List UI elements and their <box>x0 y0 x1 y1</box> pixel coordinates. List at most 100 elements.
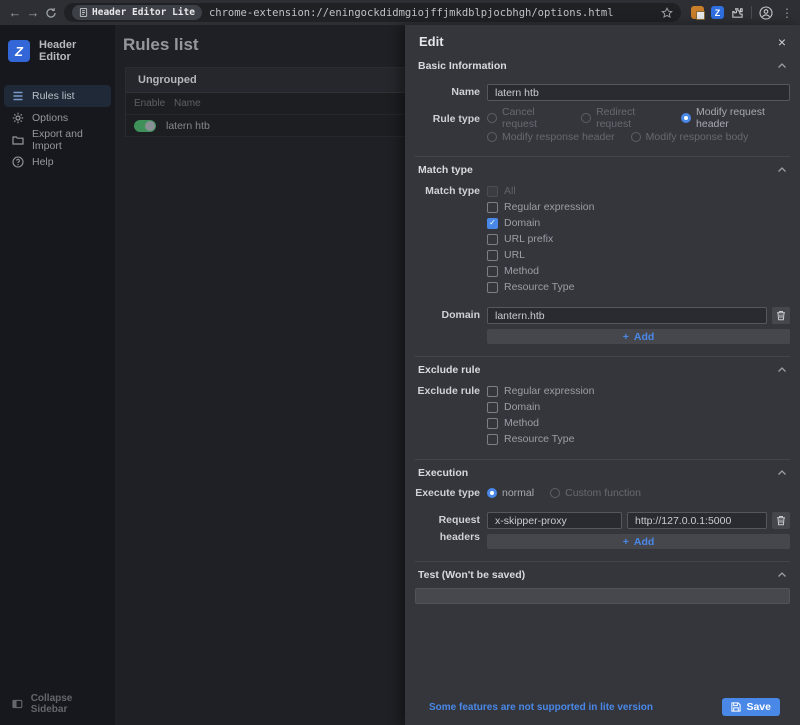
chevron-up-icon[interactable] <box>777 571 787 579</box>
radio-icon <box>681 113 691 123</box>
chevron-up-icon[interactable] <box>777 469 787 477</box>
section-match-type: Match type Match type All Reg <box>415 156 790 356</box>
extensions-puzzle-icon[interactable] <box>731 6 744 19</box>
execute-type-custom-function[interactable]: Custom function <box>550 487 641 499</box>
section-exclude-header[interactable]: Exclude rule <box>415 357 790 383</box>
rule-type-redirect-request[interactable]: Redirect request <box>581 106 665 130</box>
sidebar-item-export-import[interactable]: Export and Import <box>4 129 111 151</box>
exclude-rule-row: Exclude rule Regular expression Domain <box>415 383 790 447</box>
delete-domain-button[interactable] <box>772 307 790 324</box>
request-headers-label: Request headers <box>415 512 480 546</box>
match-option-regular-expression[interactable]: Regular expression <box>487 199 790 215</box>
chevron-up-icon[interactable] <box>777 366 787 374</box>
match-option-resource-type[interactable]: Resource Type <box>487 279 790 295</box>
cookie-extension-icon[interactable] <box>691 6 704 19</box>
exclude-option-method[interactable]: Method <box>487 415 790 431</box>
section-test-header[interactable]: Test (Won't be saved) <box>415 562 790 588</box>
address-bar[interactable]: Header Editor Lite chrome-extension://en… <box>64 3 681 22</box>
radio-icon <box>581 113 591 123</box>
checkbox-label: Resource Type <box>504 433 574 445</box>
chevron-up-icon[interactable] <box>777 62 787 70</box>
back-icon[interactable]: ← <box>6 4 24 22</box>
radio-label: normal <box>502 487 534 499</box>
execute-type-row: Execute type normal Custom function <box>415 486 790 500</box>
profile-avatar-icon[interactable] <box>759 6 773 20</box>
section-basic-header[interactable]: Basic Information <box>415 53 790 79</box>
rule-type-modify-request-header[interactable]: Modify request header <box>681 106 790 130</box>
request-headers-row: Request headers + <box>415 512 790 549</box>
chevron-up-icon[interactable] <box>777 166 787 174</box>
add-header-button[interactable]: + Add <box>487 534 790 549</box>
rule-type-modify-response-header[interactable]: Modify response header <box>487 131 615 143</box>
sidebar-item-label: Help <box>32 156 54 168</box>
match-type-label: Match type <box>415 183 480 199</box>
match-option-method[interactable]: Method <box>487 263 790 279</box>
match-option-domain[interactable]: Domain <box>487 215 790 231</box>
sidebar-item-help[interactable]: Help <box>4 151 111 173</box>
section-execution-header[interactable]: Execution <box>415 460 790 486</box>
gear-icon <box>12 112 24 124</box>
sidebar-item-options[interactable]: Options <box>4 107 111 129</box>
checkbox-label: Method <box>504 265 539 277</box>
checkbox-label: URL prefix <box>504 233 553 245</box>
name-input[interactable] <box>487 84 790 101</box>
exclude-rule-label: Exclude rule <box>415 383 480 399</box>
add-domain-button[interactable]: + Add <box>487 329 790 344</box>
checkbox-label: Resource Type <box>504 281 574 293</box>
rule-type-cancel-request[interactable]: Cancel request <box>487 106 565 130</box>
delete-header-button[interactable] <box>772 512 790 529</box>
help-icon <box>12 156 24 168</box>
match-option-all[interactable]: All <box>487 183 790 199</box>
checkbox-icon <box>487 218 498 229</box>
save-icon <box>731 702 741 712</box>
lite-version-note: Some features are not supported in lite … <box>429 702 653 713</box>
rule-type-modify-response-body[interactable]: Modify response body <box>631 131 749 143</box>
exclude-option-domain[interactable]: Domain <box>487 399 790 415</box>
browser-toolbar: ← → Header Editor Lite chrome-extension:… <box>0 0 800 25</box>
header-name-input[interactable] <box>487 512 622 529</box>
radio-icon <box>487 113 497 123</box>
match-option-url-prefix[interactable]: URL prefix <box>487 231 790 247</box>
forward-icon[interactable]: → <box>24 4 42 22</box>
checkbox-label: Regular expression <box>504 385 594 397</box>
match-option-url[interactable]: URL <box>487 247 790 263</box>
reload-icon[interactable] <box>42 4 60 22</box>
test-input[interactable] <box>415 588 790 604</box>
domain-input[interactable] <box>487 307 767 324</box>
checkbox-icon <box>487 434 498 445</box>
trash-icon <box>776 515 786 526</box>
add-header-label: Add <box>634 536 654 548</box>
header-editor-extension-icon[interactable]: Z <box>711 6 724 19</box>
checkbox-icon <box>487 186 498 197</box>
rule-type-row: Rule type Cancel request Redirect reques… <box>415 111 790 144</box>
collapse-sidebar-button[interactable]: Collapse Sidebar <box>0 683 115 725</box>
bookmark-star-icon[interactable] <box>661 7 673 19</box>
plus-icon: + <box>623 536 629 548</box>
checkbox-label: Domain <box>504 401 540 413</box>
close-icon[interactable]: × <box>778 35 786 49</box>
save-button[interactable]: Save <box>722 698 780 716</box>
app-title: Header Editor <box>39 39 107 63</box>
edit-drawer: Edit × Basic Information Name <box>405 25 800 725</box>
section-match-title: Match type <box>418 164 473 176</box>
drawer-footer: Some features are not supported in lite … <box>415 690 790 725</box>
exclude-option-resource-type[interactable]: Resource Type <box>487 431 790 447</box>
exclude-option-regular-expression[interactable]: Regular expression <box>487 383 790 399</box>
execute-type-normal[interactable]: normal <box>487 487 534 499</box>
rule-enable-toggle[interactable] <box>134 120 156 132</box>
sidebar-item-label: Export and Import <box>32 128 103 152</box>
section-test: Test (Won't be saved) <box>415 561 790 616</box>
sidebar-item-rules-list[interactable]: Rules list <box>4 85 111 107</box>
checkbox-icon <box>487 386 498 397</box>
edit-form: Basic Information Name Rule type <box>405 53 800 725</box>
header-value-input[interactable] <box>627 512 767 529</box>
drawer-title: Edit <box>419 34 444 49</box>
section-match-header[interactable]: Match type <box>415 157 790 183</box>
column-enable: Enable <box>134 98 174 109</box>
header-editor-logo-icon: Z <box>8 40 30 62</box>
name-row: Name <box>415 84 790 101</box>
browser-menu-icon[interactable]: ⋮ <box>780 6 794 20</box>
extension-chip[interactable]: Header Editor Lite <box>72 5 202 20</box>
toolbar-divider <box>751 6 752 19</box>
section-test-title: Test (Won't be saved) <box>418 569 525 581</box>
